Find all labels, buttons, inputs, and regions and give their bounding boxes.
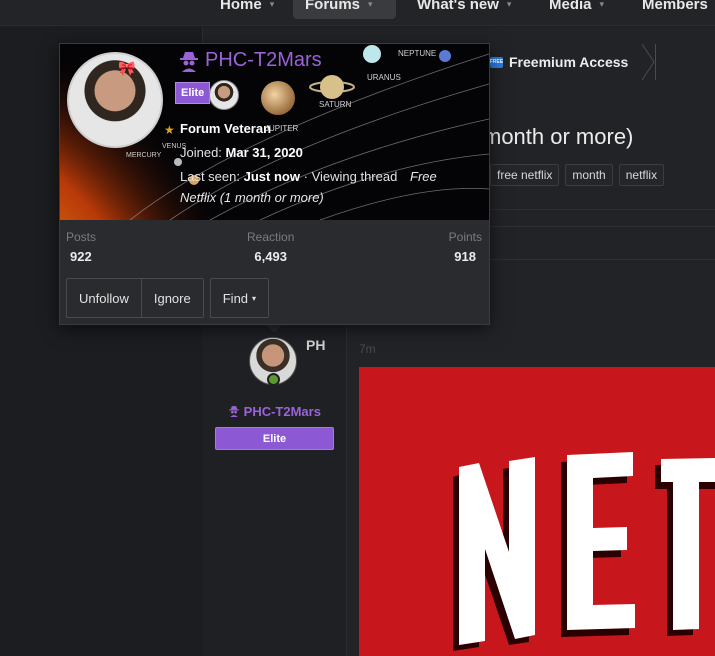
follow-ignore-group: Unfollow Ignore [66,278,204,318]
chevron-down-icon: ▾ [252,293,257,303]
activity-label: Viewing thread [311,169,398,184]
breadcrumb-label[interactable]: Freemium Access [509,54,628,70]
nav-media-label: Media [549,0,592,13]
stat-reaction-value[interactable]: 6,493 [247,249,294,264]
planet-label-uranus: URANUS [367,73,401,82]
user-online-icon [267,373,280,386]
tag[interactable]: month [565,164,613,186]
user-banner-badge: Elite [175,82,211,104]
planet-label-mercury: MERCURY [126,152,162,159]
profile-banner: NEPTUNE URANUS SATURN JUPITER MERCURY VE… [60,44,489,220]
post-author-initials: PH [306,337,326,353]
last-seen-value: Just now [243,169,300,184]
thread-title: month or more) [483,124,634,149]
joined-label: Joined: [180,145,222,160]
stat-points-label: Points [448,230,482,244]
stat-posts: Posts 922 [66,230,96,264]
member-stats: Posts 922 Reaction 6,493 Points 918 [60,230,489,270]
nav-forums-label: Forums [305,0,361,13]
avatar[interactable] [67,52,163,148]
nav-members-label: Members [642,0,708,13]
mini-avatar [209,80,239,110]
planet-label-saturn: SATURN [319,100,352,109]
nav-whats-new-label: What's new [417,0,499,13]
activity-separator: · [303,169,308,184]
post-username-label: PHC-T2Mars [243,404,321,419]
member-title: Forum Veteran [180,121,272,136]
nav-home[interactable]: Home ▾ [208,0,286,19]
find-button-label: Find [222,290,249,306]
breadcrumb[interactable]: FREE Freemium Access [490,44,629,80]
member-tooltip: NEPTUNE URANUS SATURN JUPITER MERCURY VE… [59,43,490,325]
activity-thread-title: Netflix (1 month or more) [180,190,324,205]
chevron-down-icon[interactable]: ▾ [600,0,605,10]
ignore-button[interactable]: Ignore [140,279,203,317]
nav-media[interactable]: Media ▾ [537,0,616,19]
nav-home-label: Home [220,0,262,13]
post-username[interactable]: PHC-T2Mars [202,404,347,419]
tag[interactable]: netflix [618,164,665,186]
nav-whats-new[interactable]: What's new ▾ [405,0,523,19]
trophy-icon: ★ [164,123,175,137]
unfollow-button[interactable]: Unfollow [67,279,141,317]
tooltip-pointer [265,324,283,333]
spy-icon [179,50,199,72]
last-seen-label: Last seen: [180,169,240,184]
stat-reaction: Reaction 6,493 [247,230,294,264]
chevron-down-icon[interactable]: ▾ [368,0,373,10]
top-navigation: Home ▾ Forums ▾ What's new ▾ Media ▾ Mem… [0,0,715,26]
tag[interactable]: free netflix [490,164,560,186]
post-time[interactable]: 7m [359,342,376,356]
spy-icon [228,404,244,419]
joined-value: Mar 31, 2020 [225,145,303,160]
member-last-seen: Last seen: Just now · Viewing thread [180,169,397,184]
breadcrumb-arrow-icon [642,44,656,80]
nav-forums[interactable]: Forums ▾ [293,0,396,19]
nav-members[interactable]: Members [630,0,715,19]
stat-reaction-label: Reaction [247,230,295,244]
find-group: Find ▾ [209,278,270,318]
activity-thread-line[interactable]: Netflix (1 month or more) [180,190,324,205]
member-actions: Unfollow Ignore Find ▾ [66,278,270,318]
member-username[interactable]: PHC-T2Mars [205,49,322,72]
chevron-down-icon[interactable]: ▾ [507,0,512,10]
user-banner-badge: Elite [215,427,334,450]
find-button[interactable]: Find ▾ [210,279,269,317]
planet-label-neptune: NEPTUNE [398,49,436,58]
stat-points: Points 918 [440,230,482,264]
thread-tags: free netflix month netflix [490,164,665,186]
chevron-down-icon[interactable]: ▾ [270,0,275,10]
activity-thread-line1: Free [410,169,437,184]
stat-posts-value[interactable]: 922 [66,249,96,264]
member-joined: Joined: Mar 31, 2020 [180,145,303,160]
activity-thread-link[interactable]: Free [410,169,437,184]
bow-icon: 🎀 [118,60,136,76]
netflix-logo-image [359,367,715,656]
free-badge-icon: FREE [490,56,503,68]
stat-points-value[interactable]: 918 [440,249,482,264]
stat-posts-label: Posts [66,230,97,244]
